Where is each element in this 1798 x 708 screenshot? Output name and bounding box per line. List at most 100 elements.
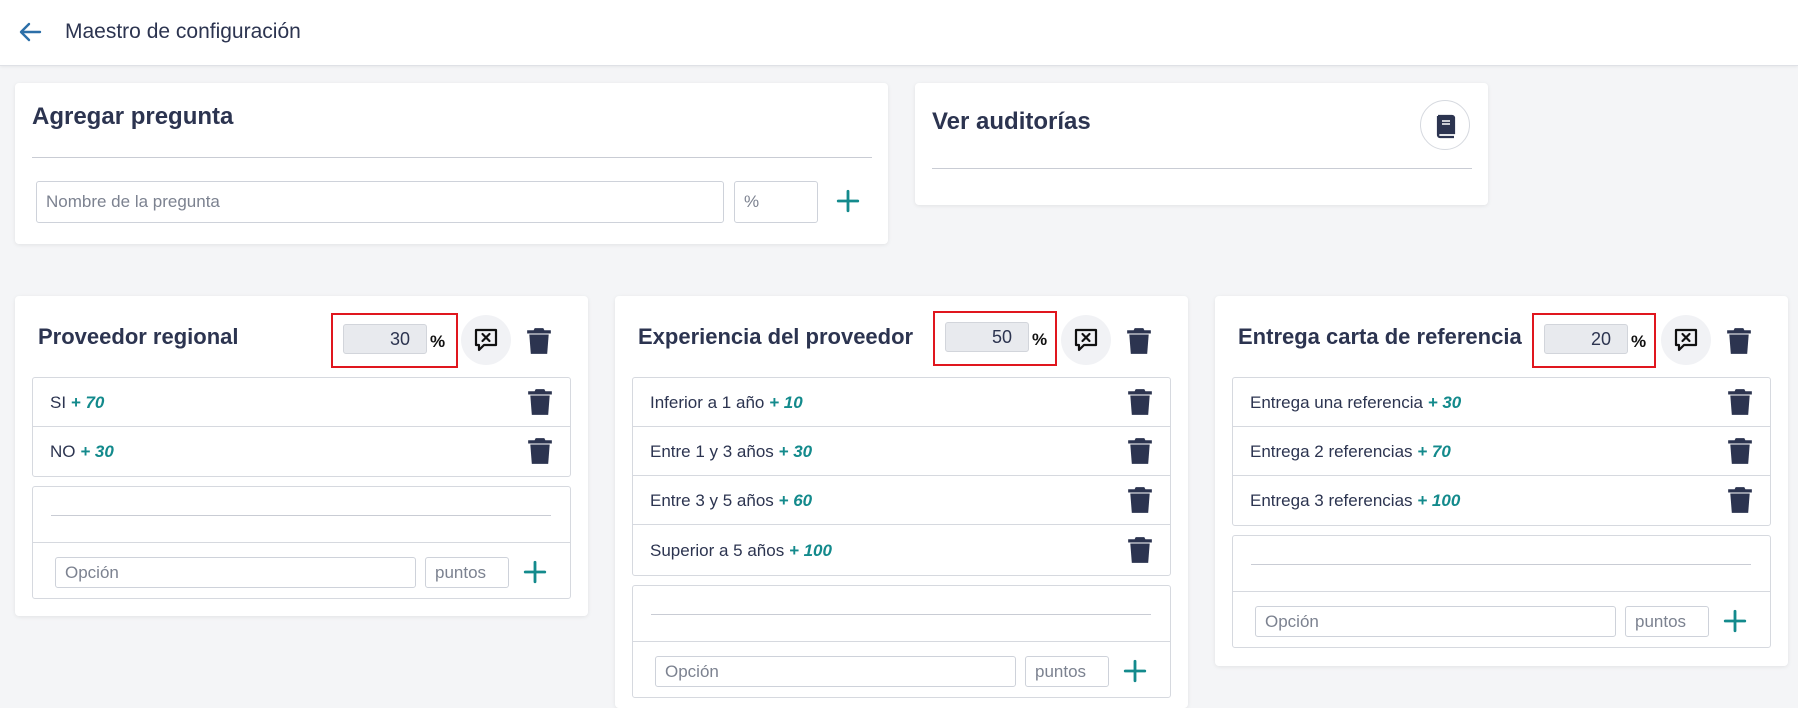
delete-option-button[interactable] xyxy=(1127,388,1153,416)
delete-question-button[interactable] xyxy=(1126,327,1152,355)
trash-icon xyxy=(1127,437,1153,465)
new-option-panel xyxy=(32,486,571,599)
delete-comment-button[interactable] xyxy=(1061,315,1111,365)
question-percent-input[interactable] xyxy=(734,181,818,223)
add-option-button[interactable] xyxy=(1122,658,1148,684)
new-option-panel xyxy=(632,585,1171,698)
option-row: Entrega 2 referencias + 70 xyxy=(1233,427,1770,476)
audits-title: Ver auditorías xyxy=(932,108,1091,135)
book-icon xyxy=(1436,114,1456,139)
option-points: + 100 xyxy=(788,541,832,560)
divider xyxy=(32,157,872,158)
delete-question-button[interactable] xyxy=(526,327,552,355)
plus-icon xyxy=(1722,608,1748,634)
question-title: Entrega carta de referencia xyxy=(1238,324,1522,349)
delete-comment-button[interactable] xyxy=(1661,315,1711,365)
option-points: + 10 xyxy=(769,393,803,412)
percent-sign: % xyxy=(1631,332,1647,351)
option-points: + 100 xyxy=(1417,491,1461,510)
option-list: Entrega una referencia + 30 Entrega 2 re… xyxy=(1232,377,1771,526)
divider xyxy=(633,641,1170,642)
add-option-button[interactable] xyxy=(1722,608,1748,634)
audits-card: Ver auditorías xyxy=(915,83,1488,205)
trash-icon xyxy=(527,388,553,416)
trash-icon xyxy=(526,327,552,355)
delete-option-button[interactable] xyxy=(527,388,553,416)
divider xyxy=(51,515,551,516)
option-label: SI xyxy=(50,393,67,412)
option-row: NO + 30 xyxy=(33,427,570,476)
question-percent-box: 20 % xyxy=(1532,313,1656,368)
plus-icon xyxy=(1122,658,1148,684)
option-row: Entre 3 y 5 años + 60 xyxy=(633,476,1170,525)
option-text: NO + 30 xyxy=(50,442,114,462)
question-percent-box: 30 % xyxy=(331,313,458,368)
option-row: Inferior a 1 año + 10 xyxy=(633,378,1170,427)
add-question-button[interactable] xyxy=(835,188,861,214)
option-label: Entrega 3 referencias xyxy=(1250,491,1413,510)
option-label: Entre 1 y 3 años xyxy=(650,442,774,461)
trash-icon xyxy=(1727,388,1753,416)
trash-icon xyxy=(1126,327,1152,355)
plus-icon xyxy=(835,188,861,214)
back-arrow-icon[interactable] xyxy=(16,18,44,46)
option-label: NO xyxy=(50,442,76,461)
new-option-input[interactable] xyxy=(655,656,1016,687)
add-option-button[interactable] xyxy=(522,559,548,585)
comment-x-icon xyxy=(1073,327,1099,353)
question-name-input[interactable] xyxy=(36,181,724,223)
divider xyxy=(651,614,1151,615)
trash-icon xyxy=(1727,437,1753,465)
trash-icon xyxy=(1127,388,1153,416)
option-text: Superior a 5 años + 100 xyxy=(650,541,832,561)
option-text: Entrega 2 referencias + 70 xyxy=(1250,442,1451,462)
new-option-input[interactable] xyxy=(55,557,416,588)
option-text: Entre 1 y 3 años + 30 xyxy=(650,442,812,462)
new-option-input[interactable] xyxy=(1255,606,1616,637)
option-list: SI + 70 NO + 30 xyxy=(32,377,571,477)
question-percent-input[interactable]: 30 xyxy=(343,324,427,354)
option-label: Inferior a 1 año xyxy=(650,393,765,412)
divider xyxy=(932,168,1472,169)
trash-icon xyxy=(527,437,553,465)
delete-option-button[interactable] xyxy=(1727,437,1753,465)
percent-sign: % xyxy=(1032,330,1048,349)
option-text: SI + 70 xyxy=(50,393,104,413)
plus-icon xyxy=(522,559,548,585)
trash-icon xyxy=(1127,536,1153,564)
option-row: SI + 70 xyxy=(33,378,570,427)
delete-comment-button[interactable] xyxy=(461,315,511,365)
option-label: Entrega una referencia xyxy=(1250,393,1423,412)
add-question-card: Agregar pregunta xyxy=(15,83,888,244)
option-text: Entrega 3 referencias + 100 xyxy=(1250,491,1460,511)
option-points: + 30 xyxy=(778,442,813,461)
new-points-input[interactable] xyxy=(1625,606,1709,637)
page-title: Maestro de configuración xyxy=(65,20,301,43)
view-audits-button[interactable] xyxy=(1420,100,1470,150)
option-row: Superior a 5 años + 100 xyxy=(633,526,1170,575)
delete-option-button[interactable] xyxy=(527,437,553,465)
option-label: Entre 3 y 5 años xyxy=(650,491,774,510)
delete-question-button[interactable] xyxy=(1726,327,1752,355)
question-card: Experiencia del proveedor 50 % Inferior … xyxy=(615,296,1188,708)
trash-icon xyxy=(1127,486,1153,514)
add-question-title: Agregar pregunta xyxy=(32,103,234,130)
new-points-input[interactable] xyxy=(1025,656,1109,687)
option-list: Inferior a 1 año + 10 Entre 1 y 3 años +… xyxy=(632,377,1171,576)
comment-x-icon xyxy=(473,327,499,353)
delete-option-button[interactable] xyxy=(1727,486,1753,514)
delete-option-button[interactable] xyxy=(1727,388,1753,416)
trash-icon xyxy=(1726,327,1752,355)
question-percent-input[interactable]: 50 xyxy=(945,322,1029,352)
option-text: Entre 3 y 5 años + 60 xyxy=(650,491,812,511)
question-title: Proveedor regional xyxy=(38,324,239,349)
option-points: + 30 xyxy=(1427,393,1462,412)
question-percent-input[interactable]: 20 xyxy=(1544,324,1628,354)
option-label: Entrega 2 referencias xyxy=(1250,442,1413,461)
delete-option-button[interactable] xyxy=(1127,486,1153,514)
option-row: Entrega 3 referencias + 100 xyxy=(1233,476,1770,525)
new-points-input[interactable] xyxy=(425,557,509,588)
delete-option-button[interactable] xyxy=(1127,437,1153,465)
delete-option-button[interactable] xyxy=(1127,536,1153,564)
option-points: + 70 xyxy=(1417,442,1451,461)
